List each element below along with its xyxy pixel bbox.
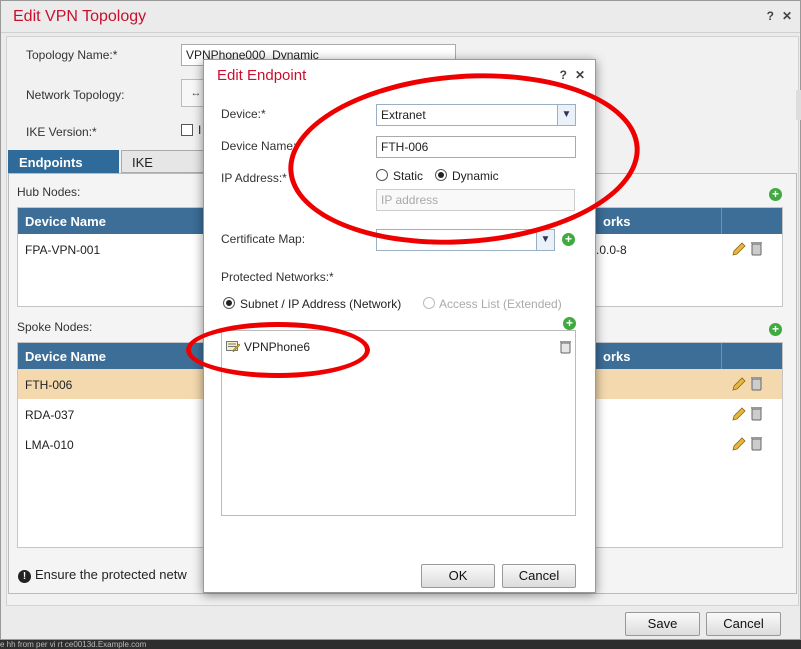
access-list-radio xyxy=(423,297,435,309)
cancel-button[interactable]: Cancel xyxy=(502,564,576,588)
protected-networks-label: Protected Networks:* xyxy=(221,270,334,284)
chevron-down-icon[interactable]: ▼ xyxy=(536,230,554,250)
certificate-map-label: Certificate Map: xyxy=(221,232,306,246)
row-device: FTH-006 xyxy=(25,378,73,392)
delete-icon[interactable] xyxy=(560,340,571,354)
topology-name-label: Topology Name:* xyxy=(26,48,118,62)
edit-icon[interactable] xyxy=(732,437,746,451)
warning-text: Ensure the protected netw xyxy=(35,567,187,582)
modal-controls: ? ✕ xyxy=(552,68,585,82)
ok-button[interactable]: OK xyxy=(421,564,495,588)
ip-address-label: IP Address:* xyxy=(221,171,287,185)
row-device: FPA-VPN-001 xyxy=(25,243,101,257)
col-networks: orks xyxy=(603,214,631,229)
ike-version-label: IKE Version:* xyxy=(26,125,97,139)
cancel-button[interactable]: Cancel xyxy=(706,612,781,636)
ike-version-checkbox-label: I xyxy=(198,123,202,137)
help-icon[interactable]: ? xyxy=(560,68,567,82)
dialog-controls: ? ✕ xyxy=(759,9,792,23)
delete-icon[interactable] xyxy=(751,406,762,421)
warning-icon: ! xyxy=(18,570,31,583)
delete-icon[interactable] xyxy=(751,376,762,391)
col-device-name: Device Name xyxy=(25,349,106,364)
annotation-ellipse xyxy=(186,322,370,378)
subnet-radio[interactable] xyxy=(223,297,235,309)
subnet-option-label: Subnet / IP Address (Network) xyxy=(240,297,402,311)
help-icon[interactable]: ? xyxy=(767,9,774,23)
row-device: RDA-037 xyxy=(25,408,75,422)
ike-version-checkbox[interactable] xyxy=(181,124,193,136)
add-certificate-map-icon[interactable]: + xyxy=(562,233,575,246)
network-topology-label: Network Topology: xyxy=(26,88,125,102)
delete-icon[interactable] xyxy=(751,241,762,256)
add-hub-icon[interactable]: + xyxy=(769,188,782,201)
add-network-icon[interactable]: + xyxy=(563,317,576,330)
device-name-label: Device Name:* xyxy=(221,139,302,153)
spoke-nodes-label: Spoke Nodes: xyxy=(17,320,93,334)
col-device-name: Device Name xyxy=(25,214,106,229)
close-icon[interactable]: ✕ xyxy=(782,9,792,23)
title-divider xyxy=(1,32,800,33)
edit-icon[interactable] xyxy=(732,242,746,256)
background-status-text: e hh from per vi rt ce0013d.Example.com xyxy=(0,640,147,649)
background-status-strip: e hh from per vi rt ce0013d.Example.com xyxy=(0,640,801,649)
edit-icon[interactable] xyxy=(732,407,746,421)
save-button[interactable]: Save xyxy=(625,612,700,636)
col-networks: orks xyxy=(603,349,631,364)
header-divider xyxy=(721,208,722,234)
header-divider xyxy=(721,343,722,369)
delete-icon[interactable] xyxy=(751,436,762,451)
tab-ike[interactable]: IKE xyxy=(121,150,211,173)
row-networks: .0.0-8 xyxy=(596,243,627,257)
access-list-option-label: Access List (Extended) xyxy=(439,297,562,311)
modal-title: Edit Endpoint xyxy=(217,67,307,84)
background-window-edge xyxy=(796,90,801,120)
edit-icon[interactable] xyxy=(732,377,746,391)
tab-endpoints[interactable]: Endpoints xyxy=(8,150,119,173)
close-icon[interactable]: ✕ xyxy=(575,68,585,82)
device-label: Device:* xyxy=(221,107,266,121)
row-device: LMA-010 xyxy=(25,438,74,452)
hub-nodes-label: Hub Nodes: xyxy=(17,185,81,199)
add-spoke-icon[interactable]: + xyxy=(769,323,782,336)
dialog-title: Edit VPN Topology xyxy=(13,8,147,25)
warning-message: ! Ensure the protected netw xyxy=(18,567,187,583)
